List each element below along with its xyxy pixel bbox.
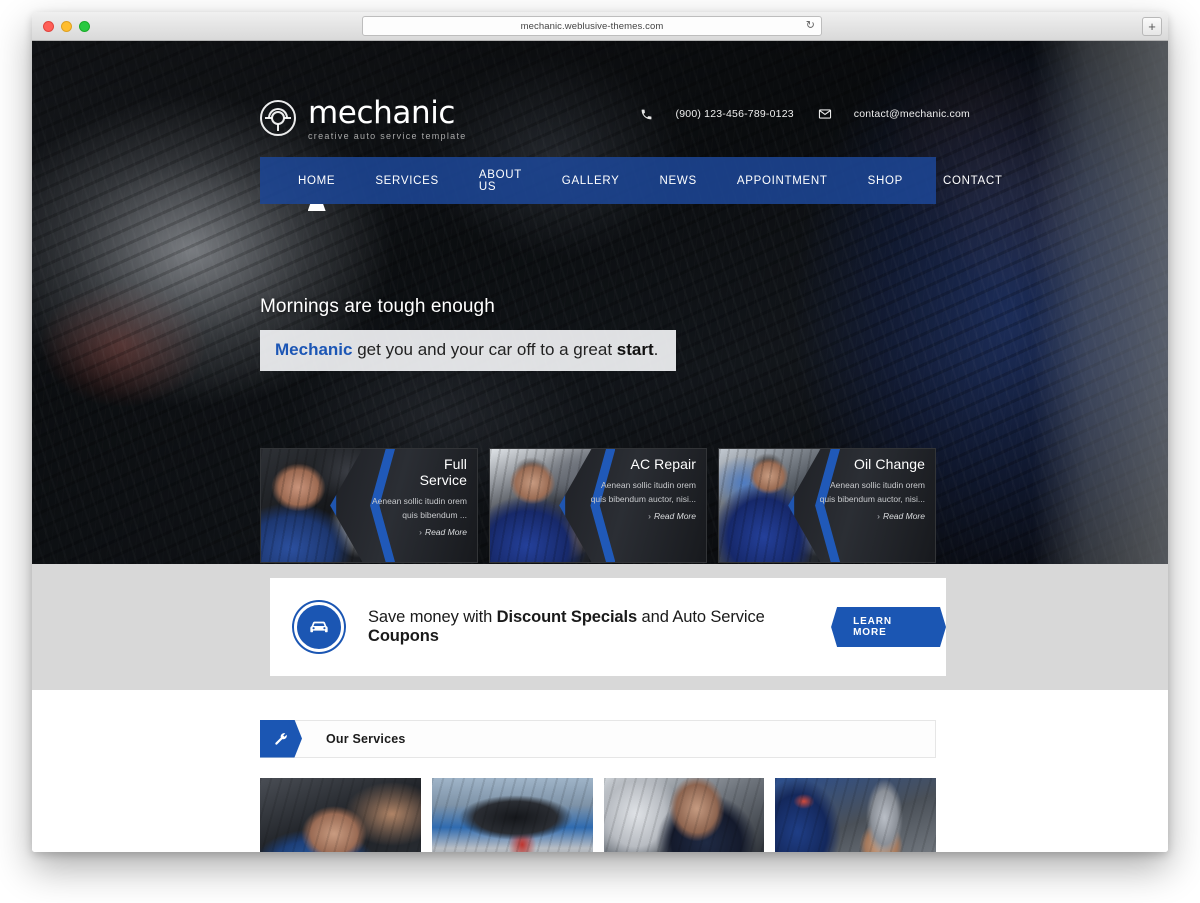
nav-item-gallery[interactable]: GALLERY bbox=[542, 157, 640, 204]
car-icon bbox=[294, 602, 344, 652]
service-card-title: Oil Change bbox=[853, 456, 925, 472]
service-card-description: Aenean sollic itudin orem quis bibendum … bbox=[590, 479, 696, 504]
steering-wheel-icon bbox=[260, 100, 296, 136]
hero-headline: Mornings are tough enough bbox=[260, 296, 495, 317]
learn-more-button[interactable]: LEARN MORE bbox=[831, 607, 946, 647]
hero-section: mechanic creative auto service template … bbox=[32, 41, 1168, 564]
address-bar[interactable]: mechanic.weblusive-themes.com ↻ bbox=[362, 16, 822, 36]
browser-window: mechanic.weblusive-themes.com ↻ + mechan… bbox=[32, 12, 1168, 852]
close-window-button[interactable] bbox=[43, 21, 54, 32]
mechanic-engine-bay-thumb[interactable] bbox=[603, 778, 765, 852]
service-card-read-more[interactable]: › Read More bbox=[584, 511, 696, 521]
service-card-title-line1: Full bbox=[444, 456, 467, 472]
main-navigation: HOME SERVICES ABOUT US GALLERY NEWS APPO… bbox=[260, 157, 1002, 204]
site-header: mechanic creative auto service template … bbox=[32, 41, 1168, 145]
coupon-bold-coupons: Coupons bbox=[368, 627, 439, 645]
reload-icon[interactable]: ↻ bbox=[806, 20, 815, 32]
phone-icon bbox=[640, 107, 654, 121]
nav-item-news[interactable]: NEWS bbox=[640, 157, 717, 204]
nav-item-contact[interactable]: CONTACT bbox=[923, 157, 1023, 204]
hero-caption: Mornings are tough enough Mechanic get y… bbox=[260, 296, 677, 371]
nav-item-shop[interactable]: SHOP bbox=[848, 157, 923, 204]
envelope-icon bbox=[818, 107, 832, 121]
service-card[interactable]: Oil Change Aenean sollic itudin orem qui… bbox=[718, 448, 936, 563]
url-text: mechanic.weblusive-themes.com bbox=[520, 20, 664, 32]
coupon-bold-discount-specials: Discount Specials bbox=[496, 608, 638, 626]
hero-caption-end: . bbox=[653, 340, 659, 359]
logo-tagline: creative auto service template bbox=[308, 131, 467, 141]
browser-chrome: mechanic.weblusive-themes.com ↻ + bbox=[32, 12, 1168, 41]
our-services-title: Our Services bbox=[326, 732, 406, 746]
service-card-description: Aenean sollic itudin orem quis bibendum … bbox=[819, 479, 925, 504]
mechanic-holding-wrench-thumb[interactable] bbox=[775, 778, 936, 852]
phone-number: (900) 123-456-789-0123 bbox=[675, 108, 794, 120]
mechanic-under-car-thumb[interactable] bbox=[260, 778, 421, 852]
nav-item-appointment[interactable]: APPOINTMENT bbox=[717, 157, 848, 204]
logo-text: mechanic creative auto service template bbox=[308, 97, 467, 141]
traffic-lights bbox=[43, 21, 90, 32]
maximize-window-button[interactable] bbox=[79, 21, 90, 32]
hero-service-cards: Full Service Aenean sollic itudin orem q… bbox=[260, 448, 936, 563]
logo-name: mechanic bbox=[308, 95, 456, 131]
service-card-body: AC Repair Aenean sollic itudin orem quis… bbox=[584, 456, 696, 521]
hero-subheadline: Mechanic get you and your car off to a g… bbox=[260, 330, 677, 371]
read-more-label: Read More bbox=[424, 527, 467, 538]
service-card-title-line2: Service bbox=[419, 471, 467, 488]
wrench-icon bbox=[260, 719, 302, 758]
car-on-lift-thumb[interactable] bbox=[431, 778, 593, 852]
service-card-body: Oil Change Aenean sollic itudin orem qui… bbox=[813, 456, 925, 521]
service-card-body: Full Service Aenean sollic itudin orem q… bbox=[355, 456, 467, 537]
coupon-text: Save money with Discount Specials and Au… bbox=[368, 608, 807, 646]
chevron-right-icon: › bbox=[419, 527, 422, 538]
service-card-title: AC Repair bbox=[630, 456, 696, 472]
our-services-header: Our Services bbox=[260, 719, 936, 758]
nav-item-services[interactable]: SERVICES bbox=[355, 157, 459, 204]
nav-item-home[interactable]: HOME bbox=[278, 157, 355, 204]
coupon-band: Save money with Discount Specials and Au… bbox=[32, 564, 1168, 690]
email-address: contact@mechanic.com bbox=[853, 108, 970, 120]
header-phone[interactable]: (900) 123-456-789-0123 bbox=[640, 107, 794, 121]
coupon-text-part1: Save money with bbox=[368, 608, 497, 626]
site-logo[interactable]: mechanic creative auto service template bbox=[260, 97, 467, 141]
service-card[interactable]: Full Service Aenean sollic itudin orem q… bbox=[260, 448, 478, 563]
header-contact-info: (900) 123-456-789-0123 contact@mechanic.… bbox=[640, 107, 970, 121]
service-card-description: Aenean sollic itudin orem quis bibendum … bbox=[372, 495, 467, 520]
page-viewport: mechanic creative auto service template … bbox=[32, 41, 1168, 852]
hero-caption-mid: get you and your car off to a great bbox=[352, 340, 617, 359]
hero-keyword: start bbox=[616, 340, 654, 359]
service-card[interactable]: AC Repair Aenean sollic itudin orem quis… bbox=[489, 448, 707, 563]
chevron-right-icon: › bbox=[648, 511, 651, 522]
read-more-label: Read More bbox=[882, 511, 925, 522]
new-tab-button[interactable]: + bbox=[1142, 17, 1162, 36]
service-card-read-more[interactable]: › Read More bbox=[355, 527, 467, 537]
nav-item-about-us[interactable]: ABOUT US bbox=[459, 157, 542, 204]
header-email[interactable]: contact@mechanic.com bbox=[818, 107, 970, 121]
our-services-section: Our Services bbox=[32, 690, 1168, 852]
coupon-text-part2: and Auto Service bbox=[637, 608, 765, 626]
service-card-title: Full Service bbox=[355, 456, 467, 489]
coupon-card: Save money with Discount Specials and Au… bbox=[270, 578, 946, 676]
hero-brand-word: Mechanic bbox=[275, 340, 353, 359]
service-thumbnails bbox=[260, 778, 936, 852]
service-card-read-more[interactable]: › Read More bbox=[813, 511, 925, 521]
read-more-label: Read More bbox=[653, 511, 696, 522]
chevron-right-icon: › bbox=[877, 511, 880, 522]
minimize-window-button[interactable] bbox=[61, 21, 72, 32]
